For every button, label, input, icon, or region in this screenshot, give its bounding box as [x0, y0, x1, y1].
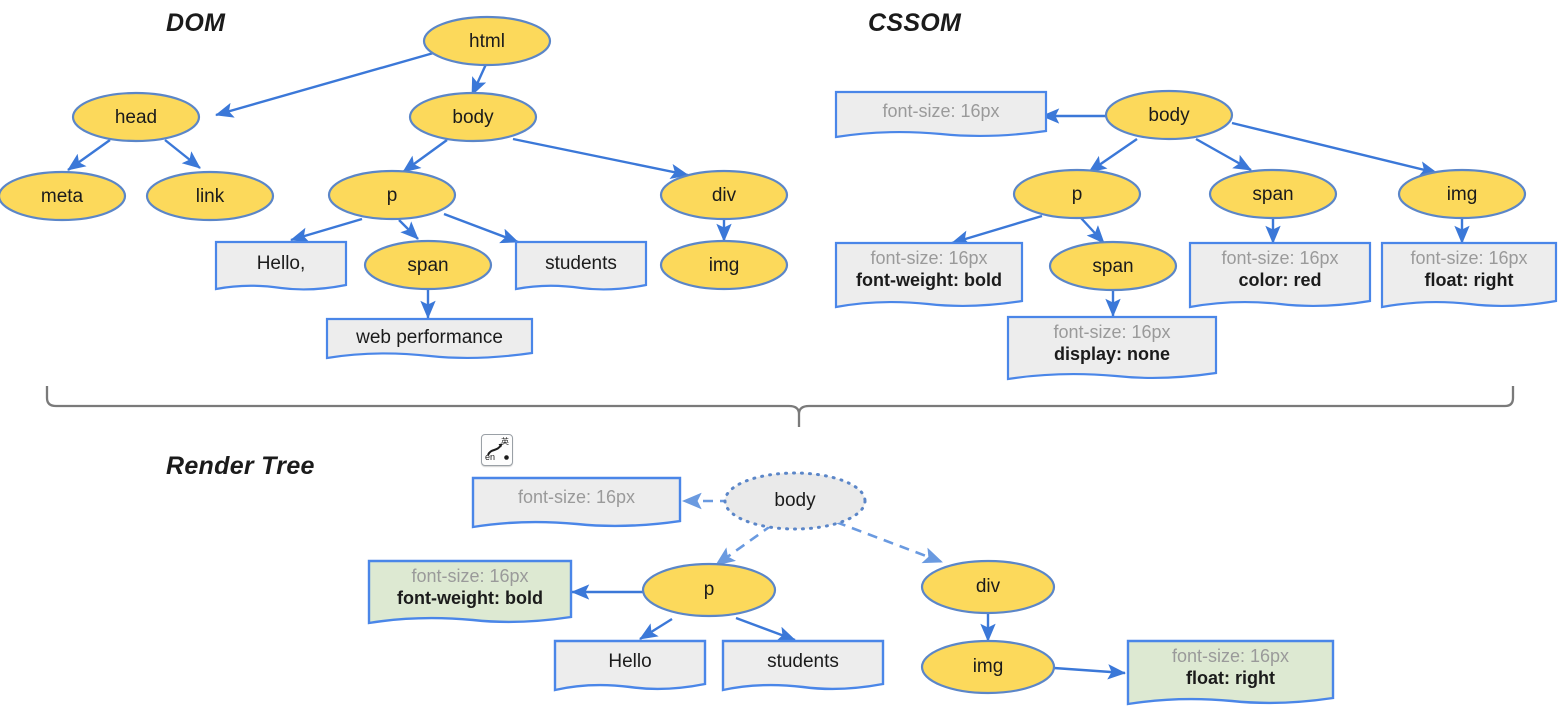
dom-node-meta[interactable]	[0, 170, 127, 222]
cssom-box-body-rule[interactable]	[834, 90, 1048, 139]
dom-node-img[interactable]	[659, 239, 789, 291]
dom-node-link[interactable]	[145, 170, 275, 222]
dom-section-title: DOM	[166, 9, 226, 37]
shapes-layer	[0, 15, 1558, 706]
dom-node-p[interactable]	[327, 169, 457, 221]
cssom-node-p[interactable]	[1012, 168, 1142, 220]
dom-box-students[interactable]	[514, 240, 648, 291]
cssom-node-span-top[interactable]	[1208, 168, 1338, 220]
cssom-box-img-rule[interactable]	[1380, 241, 1558, 309]
dom-node-div[interactable]	[659, 169, 789, 221]
rt-node-img[interactable]	[920, 639, 1056, 695]
cssom-section-title: CSSOM	[868, 9, 962, 37]
rt-node-div[interactable]	[920, 559, 1056, 615]
dom-node-head[interactable]	[71, 91, 201, 143]
rt-node-body[interactable]	[723, 471, 867, 531]
cssom-node-body[interactable]	[1104, 89, 1234, 141]
dom-node-html[interactable]	[422, 15, 552, 67]
rt-box-img-rule[interactable]	[1126, 639, 1335, 706]
diagram-canvas: DOM CSSOM Render Tree html head body met…	[0, 0, 1560, 724]
rt-node-p[interactable]	[641, 562, 777, 618]
dom-box-hello[interactable]	[214, 240, 348, 291]
cssom-box-span-top-rule[interactable]	[1188, 241, 1372, 309]
dom-node-body[interactable]	[408, 91, 538, 143]
svg-text:英: 英	[501, 436, 509, 446]
dom-box-webperf[interactable]	[325, 317, 534, 360]
dom-node-span[interactable]	[363, 239, 493, 291]
render-tree-section-title: Render Tree	[166, 452, 315, 480]
cssom-box-span-child-rule[interactable]	[1006, 315, 1218, 381]
ime-language-indicator-icon[interactable]: en 英	[481, 434, 513, 466]
ime-icon-glyph: en 英	[485, 436, 509, 462]
rt-box-p-rule[interactable]	[367, 559, 573, 625]
cssom-box-p-rule[interactable]	[834, 241, 1024, 309]
rt-box-hello[interactable]	[553, 639, 707, 692]
cssom-node-img[interactable]	[1397, 168, 1527, 220]
svg-text:en: en	[485, 452, 495, 462]
cssom-node-span-child[interactable]	[1048, 240, 1178, 292]
rt-box-body-rule[interactable]	[471, 476, 682, 529]
rt-box-students[interactable]	[721, 639, 885, 692]
